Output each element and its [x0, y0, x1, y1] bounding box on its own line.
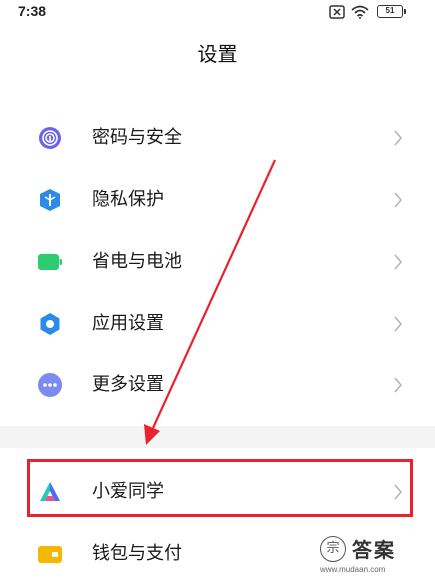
watermark-text: 答案: [352, 538, 396, 562]
settings-item-label: 密码与安全: [92, 127, 182, 148]
chevron-right-icon: [392, 128, 404, 148]
section-divider: [0, 426, 435, 448]
status-icons: 51: [329, 4, 406, 23]
watermark-logo: 宗: [320, 536, 346, 562]
fingerprint-icon: [38, 126, 62, 150]
status-time: 7:38: [18, 3, 47, 19]
settings-item-password-security[interactable]: 密码与安全: [0, 110, 435, 166]
chevron-right-icon: [392, 252, 404, 272]
chevron-right-icon: [392, 190, 404, 210]
settings-item-label: 隐私保护: [92, 189, 164, 210]
no-sim-icon: [329, 4, 345, 23]
settings-item-more[interactable]: 更多设置: [0, 357, 435, 413]
watermark: 宗 答案 www.mudaan.com: [320, 534, 430, 578]
settings-item-label: 省电与电池: [92, 251, 182, 272]
battery-icon: 51: [377, 5, 406, 18]
status-bar: 7:38 51: [0, 0, 435, 24]
chevron-right-icon: [392, 375, 404, 395]
wallet-icon: [38, 542, 62, 566]
chevron-right-icon: [392, 314, 404, 334]
privacy-shield-icon: [38, 188, 62, 212]
settings-item-app-settings[interactable]: 应用设置: [0, 296, 435, 352]
more-dots-icon: [38, 373, 62, 397]
page-title: 设置: [197, 42, 238, 66]
settings-item-battery[interactable]: 省电与电池: [0, 234, 435, 290]
settings-item-label: 应用设置: [92, 313, 164, 334]
settings-item-label: 钱包与支付: [92, 543, 182, 564]
app-gear-icon: [38, 312, 62, 336]
annotation-highlight-box: [27, 459, 413, 517]
wifi-icon: [351, 4, 369, 23]
settings-item-privacy[interactable]: 隐私保护: [0, 172, 435, 228]
watermark-url: www.mudaan.com: [320, 565, 386, 574]
battery-saver-icon: [38, 250, 62, 274]
settings-item-label: 更多设置: [92, 374, 164, 395]
